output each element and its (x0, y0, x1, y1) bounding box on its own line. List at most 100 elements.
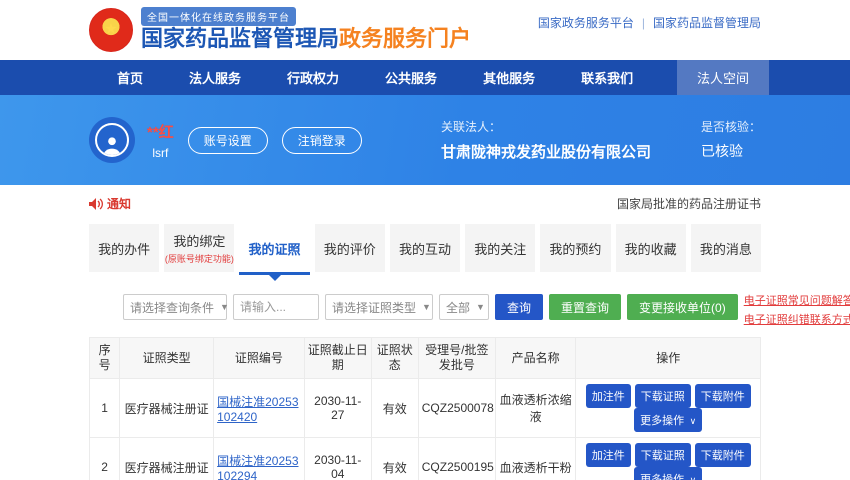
cell-expiry-date: 2030-11-04 (304, 438, 371, 480)
user-banner: **红 lsrf 账号设置 注销登录 关联法人： 甘肃陇神戎发药业股份有限公司 … (0, 95, 850, 185)
chevron-down-icon: ∨ (687, 416, 696, 426)
change-receiver-button[interactable]: 变更接收单位(0) (627, 294, 738, 320)
notice-label: 通知 (107, 195, 131, 212)
top-links: 国家政务服务平台|国家药品监督管理局 (538, 14, 761, 31)
tab-label: 我的评价 (324, 239, 376, 258)
tab-label: 我的办件 (98, 239, 150, 258)
nav-item[interactable]: 行政权力 (287, 68, 339, 87)
reset-button[interactable]: 重置查询 (549, 294, 621, 320)
table-header-cell: 证照类型 (120, 338, 214, 379)
license-table: 序号证照类型证照编号证照截止日期证照状态受理号/批签发批号产品名称操作 1医疗器… (89, 337, 761, 480)
table-header-cell: 证照截止日期 (304, 338, 371, 379)
platform-badge: 全国一体化在线政务服务平台 (141, 7, 296, 26)
action-button-item[interactable]: 下载证照 (635, 443, 691, 467)
cell-actions: 加注件下载证照下载附件更多操作 ∨ (576, 379, 761, 438)
nav-item[interactable]: 法人服务 (189, 68, 241, 87)
table-header-row: 序号证照类型证照编号证照截止日期证照状态受理号/批签发批号产品名称操作 (90, 338, 761, 379)
nav-item[interactable]: 其他服务 (483, 68, 535, 87)
user-identity: **红 lsrf (147, 121, 174, 160)
cell-status: 有效 (371, 438, 418, 480)
chevron-down-icon: ▼ (422, 302, 431, 312)
verify-label: 是否核验： (701, 118, 761, 135)
related-legal-value: 甘肃陇神戎发药业股份有限公司 (441, 141, 651, 162)
action-button-item[interactable]: 加注件 (586, 443, 631, 467)
nav-items: 首页 法人服务 行政权力 公共服务 其他服务 联系我们 (89, 68, 633, 87)
top-link[interactable]: 国家药品监督管理局 (653, 14, 761, 31)
cell-license-type: 医疗器械注册证 (120, 379, 214, 438)
avatar (89, 117, 135, 163)
nav-item[interactable]: 联系我们 (581, 68, 633, 87)
cell-acceptance-number: CQZ2500078 (418, 379, 495, 438)
table-header-cell: 操作 (576, 338, 761, 379)
user-icon (95, 123, 129, 157)
tab[interactable]: 我的办件 (89, 224, 159, 272)
nav-item-legal-space[interactable]: 法人空间 (677, 60, 769, 95)
notice-row: 通知 国家局批准的药品注册证书 (0, 195, 850, 212)
query-condition-select[interactable]: 请选择查询条件 ▼ (123, 294, 227, 320)
star-icon: ★ (104, 21, 117, 36)
speaker-icon (89, 198, 103, 210)
tab-label: 我的证照 (249, 239, 301, 258)
notice-right-text[interactable]: 国家局批准的药品注册证书 (617, 195, 761, 212)
tab[interactable]: 我的证照 (239, 224, 309, 272)
table-header-cell: 序号 (90, 338, 120, 379)
tab-label: 我的关注 (474, 239, 526, 258)
chevron-down-icon: ▼ (220, 302, 229, 312)
search-button[interactable]: 查询 (495, 294, 543, 320)
verify-block: 是否核验： 已核验 (701, 118, 761, 162)
cell-license-number: 国械注准20253102420 (214, 379, 305, 438)
tab[interactable]: 我的互动 (390, 224, 460, 272)
cell-status: 有效 (371, 379, 418, 438)
main-navbar: 首页 法人服务 行政权力 公共服务 其他服务 联系我们 法人空间 (0, 60, 850, 95)
action-button-item[interactable]: 下载附件 (695, 443, 751, 467)
action-button-item[interactable]: 下载证照 (635, 384, 691, 408)
action-button-item[interactable]: 加注件 (586, 384, 631, 408)
chevron-down-icon: ▼ (476, 302, 485, 312)
table-body: 1医疗器械注册证国械注准202531024202030-11-27有效CQZ25… (90, 379, 761, 480)
cell-index: 2 (90, 438, 120, 480)
tab[interactable]: 我的关注 (465, 224, 535, 272)
keyword-input[interactable] (233, 294, 319, 320)
tab[interactable]: 我的绑定(原账号绑定功能) (164, 224, 234, 272)
license-type-select[interactable]: 请选择证照类型 ▼ (325, 294, 433, 320)
cell-actions: 加注件下载证照下载附件更多操作 ∨ (576, 438, 761, 480)
cert-help-link[interactable]: 电子证照纠错联系方式 (744, 311, 850, 327)
cell-index: 1 (90, 379, 120, 438)
nav-item[interactable]: 公共服务 (385, 68, 437, 87)
action-button-more[interactable]: 更多操作 ∨ (634, 408, 702, 432)
tab[interactable]: 我的预约 (540, 224, 610, 272)
tab-subtitle: (原账号绑定功能) (165, 252, 234, 265)
tab-label: 我的收藏 (625, 239, 677, 258)
filter-row: 请选择查询条件 ▼ 请选择证照类型 ▼ 全部 ▼ 查询 重置查询 变更接收单位(… (0, 294, 850, 327)
cell-product-name: 血液透析浓缩液 (495, 379, 576, 438)
tab[interactable]: 我的消息 (691, 224, 761, 272)
account-settings-button[interactable]: 账号设置 (188, 127, 268, 154)
cell-product-name: 血液透析干粉 (495, 438, 576, 480)
table-header-cell: 产品名称 (495, 338, 576, 379)
user-name: **红 (147, 121, 174, 142)
license-number-link[interactable]: 国械注准20253102420 (217, 393, 301, 424)
scope-select[interactable]: 全部 ▼ (439, 294, 489, 320)
cert-help-link[interactable]: 电子证照常见问题解答 (744, 292, 850, 308)
tabs-row: 我的办件我的绑定(原账号绑定功能) 我的证照 我的评价我的互动我的关注 我的预约 我的收… (0, 224, 850, 272)
tab[interactable]: 我的评价 (315, 224, 385, 272)
tab[interactable]: 我的收藏 (616, 224, 686, 272)
user-account: lsrf (147, 146, 174, 160)
top-link[interactable]: 国家政务服务平台 (538, 14, 634, 31)
table-row: 1医疗器械注册证国械注准202531024202030-11-27有效CQZ25… (90, 379, 761, 438)
action-button-more[interactable]: 更多操作 ∨ (634, 467, 702, 480)
action-button-item[interactable]: 下载附件 (695, 384, 751, 408)
license-number-link[interactable]: 国械注准20253102294 (217, 452, 301, 480)
cert-help-links: 电子证照常见问题解答电子证照纠错联系方式 (744, 292, 850, 327)
nav-item[interactable]: 首页 (117, 68, 143, 87)
table-header-cell: 证照编号 (214, 338, 305, 379)
tab-label: 我的预约 (549, 239, 601, 258)
logout-button[interactable]: 注销登录 (282, 127, 362, 154)
site-header: ★ 全国一体化在线政务服务平台 国家药品监督管理局政务服务门户 国家政务服务平台… (0, 0, 850, 60)
site-title: 国家药品监督管理局政务服务门户 (141, 26, 471, 52)
tab-label: 我的消息 (700, 239, 752, 258)
cell-acceptance-number: CQZ2500195 (418, 438, 495, 480)
table-header-cell: 受理号/批签发批号 (418, 338, 495, 379)
table-header-cell: 证照状态 (371, 338, 418, 379)
notice-link[interactable]: 通知 (89, 195, 131, 212)
